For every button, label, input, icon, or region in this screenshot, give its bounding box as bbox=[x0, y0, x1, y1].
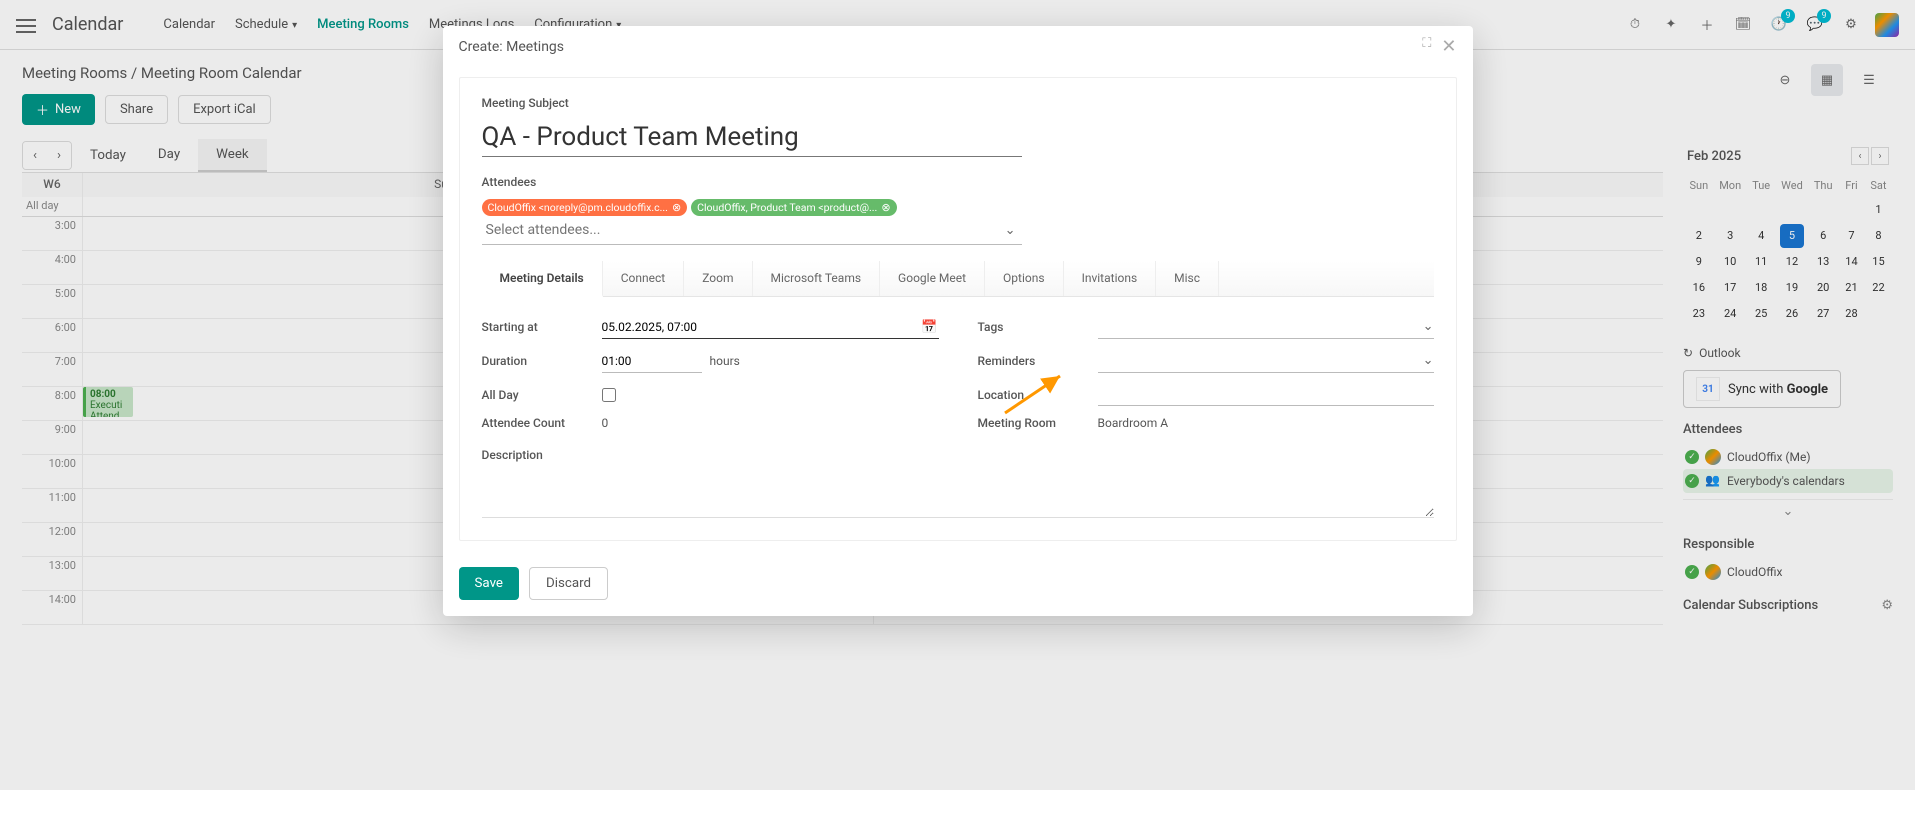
tab-options[interactable]: Options bbox=[985, 261, 1064, 296]
remove-chip-icon[interactable]: ⊗ bbox=[672, 201, 681, 214]
tags-select[interactable]: ⌄ bbox=[1098, 315, 1434, 339]
tags-label: Tags bbox=[978, 320, 1098, 334]
attendees-field[interactable]: CloudOffix <noreply@pm.cloudoffix.c... ⊗… bbox=[482, 197, 1022, 245]
modal-backdrop: Create: Meetings ⛶ ✕ Meeting Subject Att… bbox=[0, 0, 1915, 790]
attendee-count-value: 0 bbox=[602, 416, 609, 430]
location-label: Location bbox=[978, 388, 1098, 402]
meeting-room-label: Meeting Room bbox=[978, 416, 1098, 430]
expand-icon[interactable]: ⛶ bbox=[1422, 36, 1431, 57]
save-button[interactable]: Save bbox=[459, 567, 520, 600]
duration-input[interactable] bbox=[602, 350, 702, 373]
modal-title: Create: Meetings bbox=[459, 39, 565, 55]
tab-teams[interactable]: Microsoft Teams bbox=[753, 261, 881, 296]
starting-at-input[interactable] bbox=[602, 316, 940, 339]
attendee-count-label: Attendee Count bbox=[482, 416, 602, 430]
discard-button[interactable]: Discard bbox=[529, 567, 608, 600]
meeting-room-value: Boardroom A bbox=[1098, 416, 1169, 430]
attendee-chip: CloudOffix, Product Team <product@... ⊗ bbox=[691, 199, 896, 216]
attendee-chip: CloudOffix <noreply@pm.cloudoffix.c... ⊗ bbox=[482, 199, 688, 216]
chevron-down-icon[interactable]: ⌄ bbox=[999, 223, 1022, 238]
tab-meeting-details[interactable]: Meeting Details bbox=[482, 261, 603, 297]
all-day-checkbox[interactable] bbox=[602, 388, 616, 402]
tab-zoom[interactable]: Zoom bbox=[684, 261, 752, 296]
duration-label: Duration bbox=[482, 354, 602, 368]
description-label: Description bbox=[482, 448, 1434, 462]
create-meeting-modal: Create: Meetings ⛶ ✕ Meeting Subject Att… bbox=[443, 26, 1473, 616]
tab-gmeet[interactable]: Google Meet bbox=[880, 261, 985, 296]
attendees-label: Attendees bbox=[482, 175, 1434, 189]
location-input[interactable] bbox=[1098, 383, 1434, 406]
reminders-select[interactable]: ⌄ bbox=[1098, 349, 1434, 373]
reminders-label: Reminders bbox=[978, 354, 1098, 368]
subject-label: Meeting Subject bbox=[482, 96, 1434, 110]
tab-invitations[interactable]: Invitations bbox=[1064, 261, 1157, 296]
tab-connect[interactable]: Connect bbox=[603, 261, 684, 296]
calendar-picker-icon[interactable]: 📅 bbox=[921, 320, 937, 335]
remove-chip-icon[interactable]: ⊗ bbox=[881, 201, 890, 214]
all-day-label: All Day bbox=[482, 388, 602, 402]
subject-input[interactable] bbox=[482, 118, 1022, 157]
attendee-input[interactable] bbox=[482, 220, 995, 240]
duration-unit: hours bbox=[710, 354, 740, 368]
starting-at-label: Starting at bbox=[482, 320, 602, 334]
close-icon[interactable]: ✕ bbox=[1441, 36, 1456, 57]
tab-misc[interactable]: Misc bbox=[1156, 261, 1219, 296]
description-textarea[interactable] bbox=[482, 478, 1434, 518]
